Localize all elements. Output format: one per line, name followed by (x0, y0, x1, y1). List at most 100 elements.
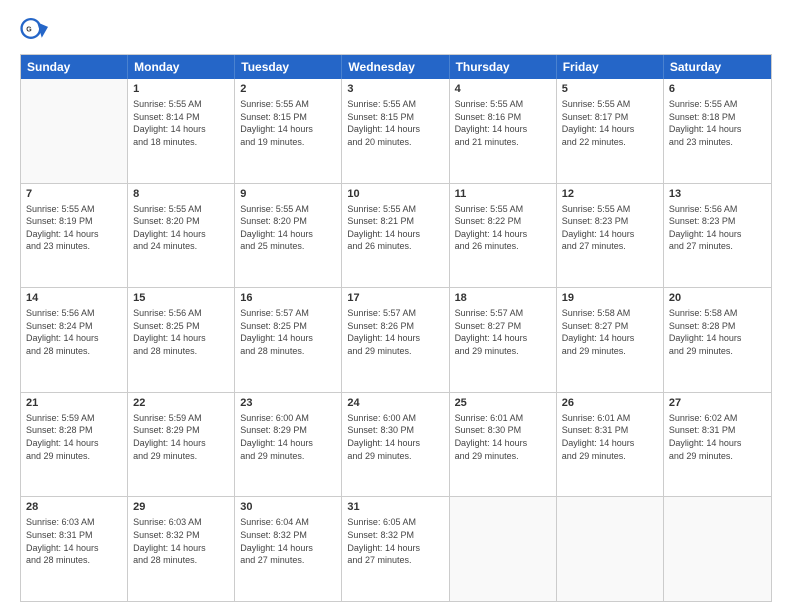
day-info: Sunrise: 5:56 AMSunset: 8:25 PMDaylight:… (133, 307, 229, 357)
day-number: 18 (455, 292, 551, 304)
day-info: Sunrise: 6:01 AMSunset: 8:31 PMDaylight:… (562, 412, 658, 462)
day-info: Sunrise: 5:59 AMSunset: 8:28 PMDaylight:… (26, 412, 122, 462)
day-info: Sunrise: 6:05 AMSunset: 8:32 PMDaylight:… (347, 516, 443, 566)
calendar-cell: 19 Sunrise: 5:58 AMSunset: 8:27 PMDayligh… (557, 288, 664, 392)
calendar: SundayMondayTuesdayWednesdayThursdayFrid… (20, 54, 772, 602)
logo: G (20, 16, 54, 44)
calendar-cell: 3 Sunrise: 5:55 AMSunset: 8:15 PMDaylight… (342, 79, 449, 183)
day-number: 14 (26, 292, 122, 304)
svg-text:G: G (26, 27, 32, 34)
calendar-week-1: 1 Sunrise: 5:55 AMSunset: 8:14 PMDaylight… (21, 79, 771, 184)
calendar-cell: 11 Sunrise: 5:55 AMSunset: 8:22 PMDayligh… (450, 184, 557, 288)
calendar-cell: 6 Sunrise: 5:55 AMSunset: 8:18 PMDaylight… (664, 79, 771, 183)
calendar-header: SundayMondayTuesdayWednesdayThursdayFrid… (21, 55, 771, 79)
day-info: Sunrise: 5:58 AMSunset: 8:28 PMDaylight:… (669, 307, 766, 357)
day-number: 15 (133, 292, 229, 304)
day-number: 28 (26, 501, 122, 513)
day-info: Sunrise: 5:55 AMSunset: 8:21 PMDaylight:… (347, 203, 443, 253)
calendar-cell: 23 Sunrise: 6:00 AMSunset: 8:29 PMDayligh… (235, 393, 342, 497)
calendar-cell: 30 Sunrise: 6:04 AMSunset: 8:32 PMDayligh… (235, 497, 342, 601)
day-number: 9 (240, 188, 336, 200)
header: G (20, 16, 772, 44)
day-number: 11 (455, 188, 551, 200)
calendar-week-3: 14 Sunrise: 5:56 AMSunset: 8:24 PMDayligh… (21, 288, 771, 393)
calendar-cell: 4Sunrise: 5:55 AMSunset: 8:16 PMDaylight… (450, 79, 557, 183)
calendar-cell: 8 Sunrise: 5:55 AMSunset: 8:20 PMDaylight… (128, 184, 235, 288)
calendar-cell: 14 Sunrise: 5:56 AMSunset: 8:24 PMDayligh… (21, 288, 128, 392)
calendar-cell: 16 Sunrise: 5:57 AMSunset: 8:25 PMDayligh… (235, 288, 342, 392)
calendar-cell: 7 Sunrise: 5:55 AMSunset: 8:19 PMDaylight… (21, 184, 128, 288)
day-info: Sunrise: 5:55 AMSunset: 8:17 PMDaylight:… (562, 98, 658, 148)
day-info: Sunrise: 5:55 AMSunset: 8:16 PMDaylight:… (455, 98, 551, 148)
calendar-cell: 25 Sunrise: 6:01 AMSunset: 8:30 PMDayligh… (450, 393, 557, 497)
day-number: 1 (133, 83, 229, 95)
calendar-body: 1 Sunrise: 5:55 AMSunset: 8:14 PMDaylight… (21, 79, 771, 601)
day-info: Sunrise: 5:55 AMSunset: 8:15 PMDaylight:… (347, 98, 443, 148)
day-info: Sunrise: 5:57 AMSunset: 8:25 PMDaylight:… (240, 307, 336, 357)
day-number: 5 (562, 83, 658, 95)
day-number: 10 (347, 188, 443, 200)
day-info: Sunrise: 5:55 AMSunset: 8:18 PMDaylight:… (669, 98, 766, 148)
day-number: 21 (26, 397, 122, 409)
day-info: Sunrise: 5:55 AMSunset: 8:15 PMDaylight:… (240, 98, 336, 148)
calendar-cell: 9 Sunrise: 5:55 AMSunset: 8:20 PMDaylight… (235, 184, 342, 288)
day-info: Sunrise: 5:57 AMSunset: 8:27 PMDaylight:… (455, 307, 551, 357)
day-number: 8 (133, 188, 229, 200)
calendar-cell: 21 Sunrise: 5:59 AMSunset: 8:28 PMDayligh… (21, 393, 128, 497)
day-number: 30 (240, 501, 336, 513)
day-number: 12 (562, 188, 658, 200)
calendar-cell: 26Sunrise: 6:01 AMSunset: 8:31 PMDayligh… (557, 393, 664, 497)
day-info: Sunrise: 6:02 AMSunset: 8:31 PMDaylight:… (669, 412, 766, 462)
day-info: Sunrise: 5:59 AMSunset: 8:29 PMDaylight:… (133, 412, 229, 462)
calendar-cell: 22 Sunrise: 5:59 AMSunset: 8:29 PMDayligh… (128, 393, 235, 497)
calendar-week-4: 21 Sunrise: 5:59 AMSunset: 8:28 PMDayligh… (21, 393, 771, 498)
day-number: 7 (26, 188, 122, 200)
day-number: 25 (455, 397, 551, 409)
calendar-cell: 10 Sunrise: 5:55 AMSunset: 8:21 PMDayligh… (342, 184, 449, 288)
calendar-cell: 27Sunrise: 6:02 AMSunset: 8:31 PMDayligh… (664, 393, 771, 497)
day-info: Sunrise: 6:01 AMSunset: 8:30 PMDaylight:… (455, 412, 551, 462)
day-number: 23 (240, 397, 336, 409)
calendar-cell: 24Sunrise: 6:00 AMSunset: 8:30 PMDayligh… (342, 393, 449, 497)
calendar-cell (450, 497, 557, 601)
calendar-cell: 2 Sunrise: 5:55 AMSunset: 8:15 PMDaylight… (235, 79, 342, 183)
day-number: 3 (347, 83, 443, 95)
calendar-cell: 12 Sunrise: 5:55 AMSunset: 8:23 PMDayligh… (557, 184, 664, 288)
calendar-cell: 13Sunrise: 5:56 AMSunset: 8:23 PMDayligh… (664, 184, 771, 288)
day-info: Sunrise: 5:55 AMSunset: 8:20 PMDaylight:… (133, 203, 229, 253)
calendar-cell (664, 497, 771, 601)
calendar-cell: 28 Sunrise: 6:03 AMSunset: 8:31 PMDayligh… (21, 497, 128, 601)
day-info: Sunrise: 5:58 AMSunset: 8:27 PMDaylight:… (562, 307, 658, 357)
day-info: Sunrise: 5:55 AMSunset: 8:14 PMDaylight:… (133, 98, 229, 148)
day-info: Sunrise: 6:03 AMSunset: 8:32 PMDaylight:… (133, 516, 229, 566)
calendar-header-sunday: Sunday (21, 55, 128, 79)
day-number: 2 (240, 83, 336, 95)
day-number: 19 (562, 292, 658, 304)
day-info: Sunrise: 6:04 AMSunset: 8:32 PMDaylight:… (240, 516, 336, 566)
day-info: Sunrise: 6:00 AMSunset: 8:29 PMDaylight:… (240, 412, 336, 462)
day-info: Sunrise: 5:55 AMSunset: 8:20 PMDaylight:… (240, 203, 336, 253)
calendar-header-saturday: Saturday (664, 55, 771, 79)
day-number: 22 (133, 397, 229, 409)
day-info: Sunrise: 5:55 AMSunset: 8:22 PMDaylight:… (455, 203, 551, 253)
calendar-cell: 1 Sunrise: 5:55 AMSunset: 8:14 PMDaylight… (128, 79, 235, 183)
day-number: 24 (347, 397, 443, 409)
day-info: Sunrise: 5:55 AMSunset: 8:19 PMDaylight:… (26, 203, 122, 253)
page: G SundayMondayTuesdayWednesdayThursdayFr… (0, 0, 792, 612)
day-number: 6 (669, 83, 766, 95)
calendar-header-friday: Friday (557, 55, 664, 79)
day-number: 16 (240, 292, 336, 304)
calendar-header-wednesday: Wednesday (342, 55, 449, 79)
day-info: Sunrise: 5:55 AMSunset: 8:23 PMDaylight:… (562, 203, 658, 253)
day-number: 17 (347, 292, 443, 304)
day-info: Sunrise: 5:56 AMSunset: 8:24 PMDaylight:… (26, 307, 122, 357)
day-info: Sunrise: 6:03 AMSunset: 8:31 PMDaylight:… (26, 516, 122, 566)
day-number: 29 (133, 501, 229, 513)
calendar-cell: 5 Sunrise: 5:55 AMSunset: 8:17 PMDaylight… (557, 79, 664, 183)
day-number: 13 (669, 188, 766, 200)
calendar-header-monday: Monday (128, 55, 235, 79)
calendar-header-tuesday: Tuesday (235, 55, 342, 79)
calendar-cell: 29 Sunrise: 6:03 AMSunset: 8:32 PMDayligh… (128, 497, 235, 601)
day-number: 31 (347, 501, 443, 513)
day-info: Sunrise: 5:57 AMSunset: 8:26 PMDaylight:… (347, 307, 443, 357)
